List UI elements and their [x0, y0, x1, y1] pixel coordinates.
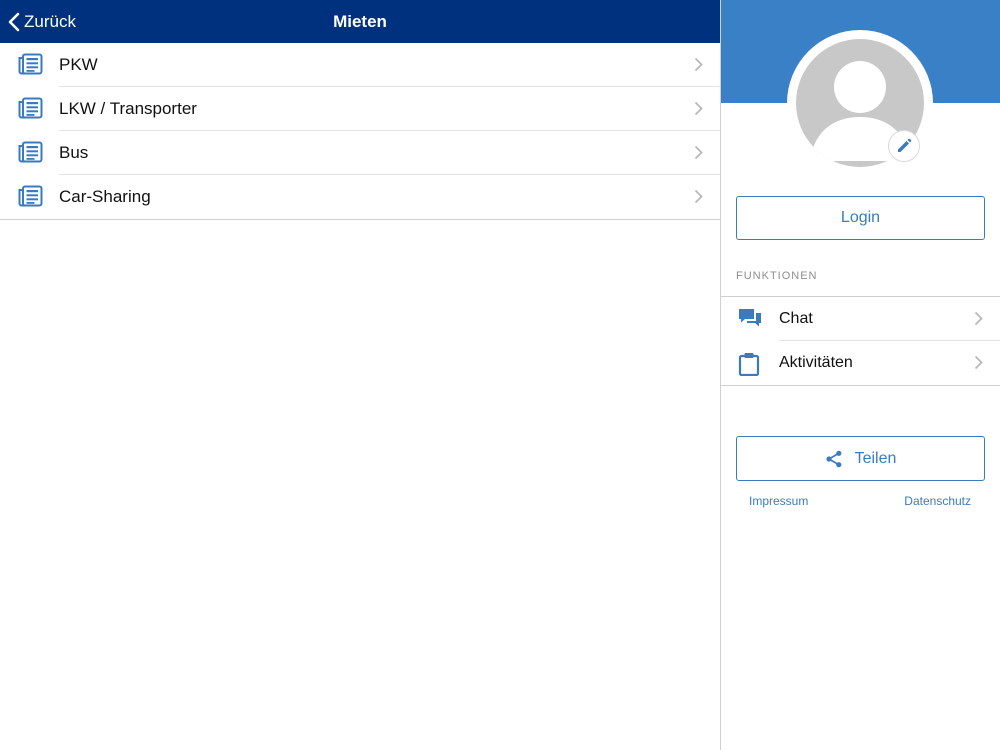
chat-bubbles-icon	[739, 309, 761, 327]
impressum-link[interactable]: Impressum	[749, 494, 808, 508]
newspaper-icon	[18, 141, 43, 163]
login-button-label: Login	[840, 209, 881, 226]
function-item-aktivitaeten[interactable]: Aktivitäten	[721, 341, 1000, 385]
pencil-icon	[898, 138, 912, 152]
chevron-right-icon	[694, 189, 703, 204]
list-item-label: LKW / Transporter	[59, 99, 197, 118]
rental-list: PKW LKW / Transporter Bus Car-Sharing	[0, 43, 720, 220]
chevron-right-icon	[694, 57, 703, 72]
navigation-bar: Zurück Mieten	[0, 0, 720, 43]
newspaper-icon	[18, 185, 43, 207]
function-item-label: Chat	[779, 310, 813, 327]
profile-sidebar: Login FUNKTIONEN Chat Aktivitäten Teilen…	[721, 0, 1000, 750]
section-title: FUNKTIONEN	[736, 270, 818, 282]
edit-avatar-button[interactable]	[888, 130, 920, 162]
list-item-label: Car-Sharing	[59, 187, 151, 206]
share-icon	[825, 450, 841, 467]
newspaper-icon	[18, 53, 43, 75]
list-item-label: PKW	[59, 55, 98, 74]
chevron-right-icon	[974, 311, 983, 326]
list-item-lkw-transporter[interactable]: LKW / Transporter	[0, 87, 720, 131]
list-item-pkw[interactable]: PKW	[0, 43, 720, 87]
newspaper-icon	[18, 97, 43, 119]
function-item-chat[interactable]: Chat	[721, 297, 1000, 341]
function-list: Chat Aktivitäten	[721, 296, 1000, 386]
chevron-right-icon	[694, 145, 703, 160]
page-title: Mieten	[333, 12, 387, 31]
function-item-label: Aktivitäten	[779, 354, 853, 371]
chevron-right-icon	[974, 355, 983, 370]
chevron-left-icon	[8, 12, 20, 31]
main-pane: Zurück Mieten PKW LKW / Transporter Bus …	[0, 0, 720, 750]
clipboard-icon	[738, 353, 760, 376]
back-label: Zurück	[24, 11, 76, 31]
chevron-right-icon	[694, 101, 703, 116]
datenschutz-link[interactable]: Datenschutz	[904, 494, 971, 508]
list-item-car-sharing[interactable]: Car-Sharing	[0, 175, 720, 219]
share-button-label: Teilen	[854, 449, 897, 467]
back-button[interactable]: Zurück	[8, 0, 76, 43]
share-button[interactable]: Teilen	[736, 436, 985, 481]
list-item-label: Bus	[59, 143, 89, 162]
login-button[interactable]: Login	[736, 196, 985, 240]
list-item-bus[interactable]: Bus	[0, 131, 720, 175]
